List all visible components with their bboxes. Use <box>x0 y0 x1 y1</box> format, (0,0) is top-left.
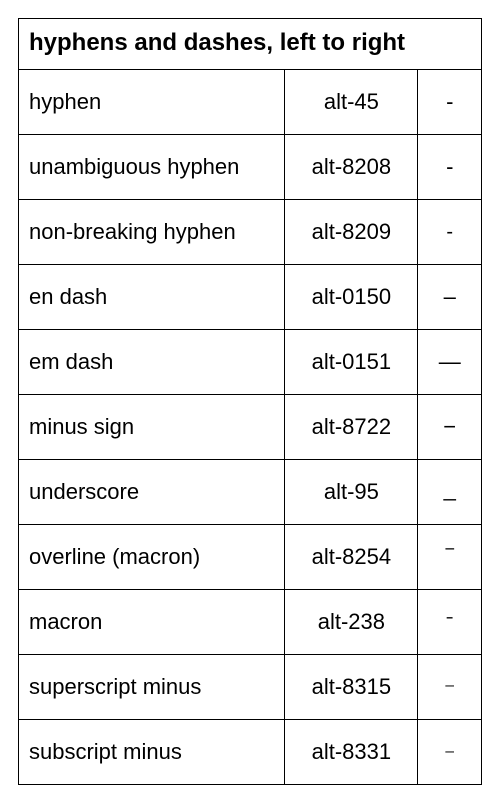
table-row: unambiguous hyphen alt-8208 ‐ <box>19 135 482 200</box>
char-name: hyphen <box>19 70 285 135</box>
char-glyph: _ <box>418 460 482 525</box>
char-name: en dash <box>19 265 285 330</box>
char-glyph: ‾ <box>418 525 482 590</box>
table-row: superscript minus alt-8315 ⁻ <box>19 655 482 720</box>
char-glyph: ₋ <box>418 720 482 785</box>
char-name: non-breaking hyphen <box>19 200 285 265</box>
alt-code: alt-8208 <box>285 135 418 200</box>
alt-code: alt-0151 <box>285 330 418 395</box>
char-name: minus sign <box>19 395 285 460</box>
alt-code: alt-8315 <box>285 655 418 720</box>
hyphens-dashes-table: hyphens and dashes, left to right hyphen… <box>18 18 482 785</box>
table-row: em dash alt-0151 — <box>19 330 482 395</box>
alt-code: alt-8331 <box>285 720 418 785</box>
table-row: underscore alt-95 _ <box>19 460 482 525</box>
alt-code: alt-8254 <box>285 525 418 590</box>
table-row: hyphen alt-45 - <box>19 70 482 135</box>
char-glyph: ‑ <box>418 200 482 265</box>
char-name: unambiguous hyphen <box>19 135 285 200</box>
table-row: en dash alt-0150 – <box>19 265 482 330</box>
char-name: macron <box>19 590 285 655</box>
alt-code: alt-238 <box>285 590 418 655</box>
alt-code: alt-8209 <box>285 200 418 265</box>
table-header-row: hyphens and dashes, left to right <box>19 19 482 70</box>
alt-code: alt-0150 <box>285 265 418 330</box>
table-row: subscript minus alt-8331 ₋ <box>19 720 482 785</box>
char-glyph: − <box>418 395 482 460</box>
char-name: overline (macron) <box>19 525 285 590</box>
alt-code: alt-8722 <box>285 395 418 460</box>
char-glyph: ‐ <box>418 135 482 200</box>
table-row: macron alt-238 ˉ <box>19 590 482 655</box>
table-row: overline (macron) alt-8254 ‾ <box>19 525 482 590</box>
char-glyph: – <box>418 265 482 330</box>
table-row: minus sign alt-8722 − <box>19 395 482 460</box>
char-name: subscript minus <box>19 720 285 785</box>
table-title: hyphens and dashes, left to right <box>19 19 482 70</box>
char-glyph: - <box>418 70 482 135</box>
char-name: superscript minus <box>19 655 285 720</box>
char-glyph: — <box>418 330 482 395</box>
table-row: non-breaking hyphen alt-8209 ‑ <box>19 200 482 265</box>
char-name: underscore <box>19 460 285 525</box>
char-name: em dash <box>19 330 285 395</box>
char-glyph: ⁻ <box>418 655 482 720</box>
alt-code: alt-95 <box>285 460 418 525</box>
alt-code: alt-45 <box>285 70 418 135</box>
char-glyph: ˉ <box>418 590 482 655</box>
